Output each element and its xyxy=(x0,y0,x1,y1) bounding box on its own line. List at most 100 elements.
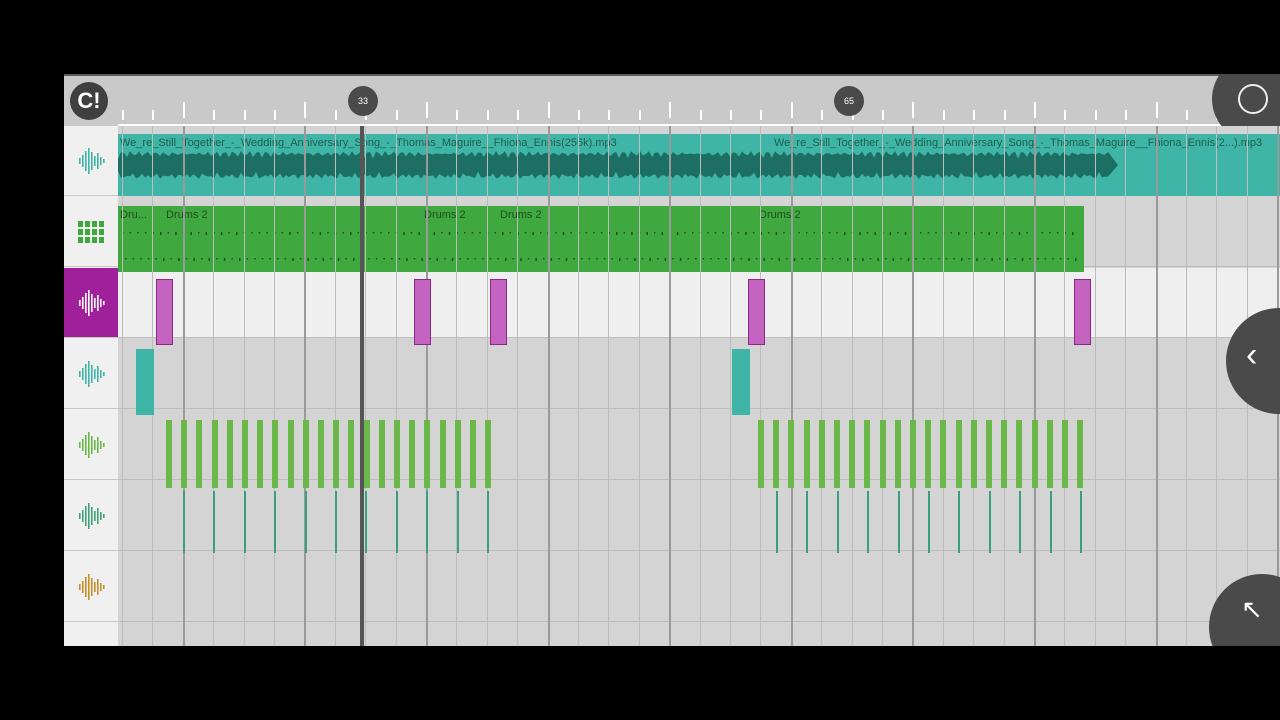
sample-clip[interactable] xyxy=(1077,420,1083,488)
sample-clip[interactable] xyxy=(227,420,233,488)
playlist-grid[interactable]: We_re_Still_Together_-_Wedding_Anniversa… xyxy=(118,126,1280,646)
sample-clip[interactable] xyxy=(958,491,960,553)
playhead[interactable] xyxy=(360,126,364,646)
ruler-tick xyxy=(912,102,915,118)
sample-clip[interactable] xyxy=(490,279,507,345)
track-header-sample-track-3[interactable] xyxy=(64,410,118,480)
magnet-snap-button[interactable]: C! xyxy=(70,82,108,120)
sample-clip[interactable] xyxy=(181,420,187,488)
sample-clip[interactable] xyxy=(414,279,431,345)
sample-clip[interactable] xyxy=(940,420,946,488)
sample-clip[interactable] xyxy=(136,349,154,415)
sample-clip[interactable] xyxy=(895,420,901,488)
sample-clip[interactable] xyxy=(257,420,263,488)
sample-clip[interactable] xyxy=(1050,491,1052,553)
sample-clip[interactable] xyxy=(348,420,354,488)
sample-clip[interactable] xyxy=(788,420,794,488)
sample-clip[interactable] xyxy=(455,420,461,488)
sample-clip[interactable] xyxy=(1074,279,1091,345)
grid-line xyxy=(1094,126,1096,646)
sample-clip[interactable] xyxy=(440,420,446,488)
sample-clip[interactable] xyxy=(303,420,309,488)
sample-clip[interactable] xyxy=(732,349,750,415)
sample-clip[interactable] xyxy=(1080,491,1082,553)
sample-clip[interactable] xyxy=(1047,420,1053,488)
sample-clip[interactable] xyxy=(849,420,855,488)
sample-clip[interactable] xyxy=(806,491,808,553)
sample-clip[interactable] xyxy=(758,420,764,488)
sample-clip[interactable] xyxy=(364,420,370,488)
sample-clip[interactable] xyxy=(748,279,765,345)
sample-clip[interactable] xyxy=(333,420,339,488)
sample-clip[interactable] xyxy=(213,491,215,553)
sample-clip[interactable] xyxy=(986,420,992,488)
sample-clip[interactable] xyxy=(910,420,916,488)
sample-clip[interactable] xyxy=(409,420,415,488)
sample-clip[interactable] xyxy=(274,491,276,553)
sample-clip[interactable] xyxy=(864,420,870,488)
grid-line xyxy=(790,126,793,646)
sample-clip[interactable] xyxy=(196,420,202,488)
grid-line xyxy=(304,126,307,646)
sample-clip[interactable] xyxy=(837,491,839,553)
ruler-tick xyxy=(638,110,641,120)
grid-line xyxy=(426,126,428,646)
sample-clip[interactable] xyxy=(365,491,367,553)
sample-clip[interactable] xyxy=(925,420,931,488)
sample-clip[interactable] xyxy=(318,420,324,488)
sample-clip[interactable] xyxy=(288,420,294,488)
sample-clip[interactable] xyxy=(457,491,459,553)
pattern-clip[interactable]: Dru... Drums 2 Drums 2 Drums 2 Drums 2 xyxy=(118,206,1084,272)
ruler-tick xyxy=(821,110,824,120)
sample-clip[interactable] xyxy=(1016,420,1022,488)
sample-clip[interactable] xyxy=(776,491,778,553)
track-header-sample-track-2[interactable] xyxy=(64,339,118,409)
sample-clip[interactable] xyxy=(183,491,185,553)
bar-marker[interactable]: 33 xyxy=(348,86,378,116)
sample-clip[interactable] xyxy=(470,420,476,488)
sample-clip[interactable] xyxy=(426,491,428,553)
bar-marker[interactable]: 65 xyxy=(834,86,864,116)
sample-clip[interactable] xyxy=(394,420,400,488)
sample-clip[interactable] xyxy=(166,420,172,488)
grid-line xyxy=(1034,126,1036,646)
sample-clip[interactable] xyxy=(1062,420,1068,488)
sample-clip[interactable] xyxy=(1001,420,1007,488)
sample-clip[interactable] xyxy=(272,420,278,488)
sample-clip[interactable] xyxy=(989,491,991,553)
ruler-tick xyxy=(547,102,550,118)
sample-clip[interactable] xyxy=(212,420,218,488)
sample-clip[interactable] xyxy=(1019,491,1021,553)
sample-clip[interactable] xyxy=(379,420,385,488)
sample-clip[interactable] xyxy=(956,420,962,488)
sample-clip[interactable] xyxy=(898,491,900,553)
grid-line xyxy=(1216,126,1218,646)
track-header-sample-track-5[interactable] xyxy=(64,552,118,622)
sample-clip[interactable] xyxy=(971,420,977,488)
sample-clip[interactable] xyxy=(928,491,930,553)
sample-clip[interactable] xyxy=(396,491,398,553)
track-header-sample-track-1[interactable] xyxy=(64,268,118,338)
sample-clip[interactable] xyxy=(867,491,869,553)
track-header-pattern-track[interactable] xyxy=(64,197,118,267)
track-header-audio-track[interactable] xyxy=(64,126,118,196)
sample-clip[interactable] xyxy=(773,420,779,488)
ruler-tick xyxy=(1064,110,1067,120)
sample-clip[interactable] xyxy=(242,420,248,488)
sample-clip[interactable] xyxy=(156,279,173,345)
sample-clip[interactable] xyxy=(244,491,246,553)
sample-clip[interactable] xyxy=(305,491,307,553)
sample-clip[interactable] xyxy=(834,420,840,488)
sample-clip[interactable] xyxy=(804,420,810,488)
sample-clip[interactable] xyxy=(424,420,430,488)
sample-clip[interactable] xyxy=(487,491,489,553)
sample-clip[interactable] xyxy=(819,420,825,488)
sample-clip[interactable] xyxy=(1032,420,1038,488)
track-headers xyxy=(64,126,118,646)
sample-clip[interactable] xyxy=(880,420,886,488)
ruler-tick xyxy=(274,110,276,120)
sample-clip[interactable] xyxy=(335,491,337,553)
sample-clip[interactable] xyxy=(485,420,491,488)
track-header-sample-track-4[interactable] xyxy=(64,481,118,551)
timeline-ruler[interactable]: 33 65 xyxy=(118,76,1280,128)
